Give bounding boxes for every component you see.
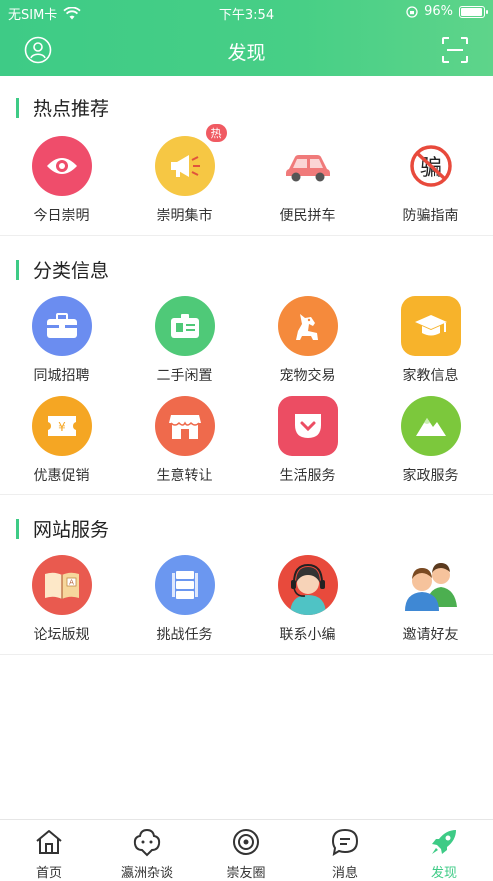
section-classified: 分类信息 同城招聘 二手闲置 宠物交易 家教信息 ¥ 优惠促销 生意转让 生活服… [0,236,493,495]
briefcase-icon [31,296,92,356]
grid-item-label: 论坛版规 [33,627,90,643]
grid-item-transfer[interactable]: 生意转让 [123,396,246,485]
grid-item-label: 今日崇明 [33,208,90,224]
grid-item-housekeeping[interactable]: 家政服务 [369,396,492,485]
svg-text:¥: ¥ [58,420,66,434]
battery-icon [459,5,488,18]
tab-bar: 首页 瀛洲杂谈 崇友圈 消息 发现 [0,819,493,881]
grid-item-label: 邀请好友 [402,627,459,643]
grid-item-label: 崇明集市 [156,208,213,224]
pocket-icon [277,396,338,456]
section-accent [16,259,19,280]
task-icon [154,555,215,615]
car-icon [278,136,338,196]
grid-item-carpool[interactable]: 便民拼车 [246,136,369,225]
grid-item-label: 宠物交易 [279,368,336,384]
tab-label: 首页 [35,866,62,881]
hot-badge: 热 [205,124,227,142]
grid-item-label: 防骗指南 [402,208,459,224]
id-card-icon [154,296,215,356]
dog-icon [277,296,338,356]
grid-item-promo[interactable]: ¥ 优惠促销 [0,396,123,485]
book-icon: A [31,555,92,615]
grid-item-label: 同城招聘 [33,368,90,384]
grid-item-life[interactable]: 生活服务 [246,396,369,485]
rocket-icon [432,830,456,854]
section-services: 网站服务 A 论坛版规 挑战任务 联系小编 邀请好友 [0,495,493,655]
svg-text:A: A [69,579,74,587]
scan-icon[interactable] [441,36,469,64]
graduation-cap-icon [400,296,461,356]
coupon-icon: ¥ [31,396,92,456]
grid-item-today[interactable]: 今日崇明 [0,136,123,225]
tab-circle[interactable]: 崇友圈 [197,820,295,881]
grid-item-tutor[interactable]: 家教信息 [369,296,492,385]
tab-label: 瀛洲杂谈 [120,866,173,881]
section-hot: 热点推荐 今日崇明 热 崇明集市 便民拼车 骗 防骗指南 [0,76,493,236]
section-accent [16,97,19,118]
shop-icon [154,396,215,456]
grid-item-secondhand[interactable]: 二手闲置 [123,296,246,385]
eye-icon [31,136,92,196]
mountain-icon [400,396,461,456]
megaphone-icon: 热 [154,124,227,196]
tab-discover[interactable]: 发现 [395,820,493,881]
nav-bar: 发现 [0,28,493,72]
support-agent-icon [277,555,338,615]
orientation-lock-icon [406,5,418,18]
section-accent [16,518,19,539]
grid-item-label: 家教信息 [402,368,459,384]
grid-item-jobs[interactable]: 同城招聘 [0,296,123,385]
grid-item-label: 便民拼车 [279,208,336,224]
circle-icon [233,829,259,855]
status-bar: 无SIM卡 下午3:54 96% [0,0,493,24]
page-title: 发现 [227,42,266,64]
section-title: 网站服务 [33,519,110,541]
tab-messages[interactable]: 消息 [296,820,394,881]
grid-item-pets[interactable]: 宠物交易 [246,296,369,385]
section-title: 分类信息 [33,260,110,282]
grid-item-label: 二手闲置 [156,368,213,384]
tab-label: 发现 [430,866,457,881]
header: 无SIM卡 下午3:54 96% 发现 [0,0,493,76]
grid-item-label: 生活服务 [279,468,336,484]
tab-label: 消息 [331,866,358,881]
tab-talk[interactable]: 瀛洲杂谈 [98,820,196,881]
tab-label: 崇友圈 [226,866,266,881]
home-icon [36,830,62,854]
tab-home[interactable]: 首页 [0,820,98,881]
chat-bubble-icon [133,828,161,857]
grid-item-tasks[interactable]: 挑战任务 [123,555,246,644]
grid-item-invite[interactable]: 邀请好友 [369,555,492,644]
grid-item-label: 家政服务 [402,468,459,484]
grid-item-label: 联系小编 [279,627,336,643]
grid-item-rules[interactable]: A 论坛版规 [0,555,123,644]
grid-item-antifraud[interactable]: 骗 防骗指南 [369,136,492,225]
section-title: 热点推荐 [33,98,110,120]
grid-item-label: 优惠促销 [33,468,90,484]
grid-item-label: 生意转让 [156,468,213,484]
no-fraud-icon: 骗 [401,136,461,196]
grid-item-market[interactable]: 热 崇明集市 [123,124,246,225]
message-icon [331,828,359,856]
battery-percent: 96% [424,4,453,19]
grid-item-label: 挑战任务 [156,627,213,643]
grid-item-contact[interactable]: 联系小编 [246,555,369,644]
friends-icon [401,555,461,615]
